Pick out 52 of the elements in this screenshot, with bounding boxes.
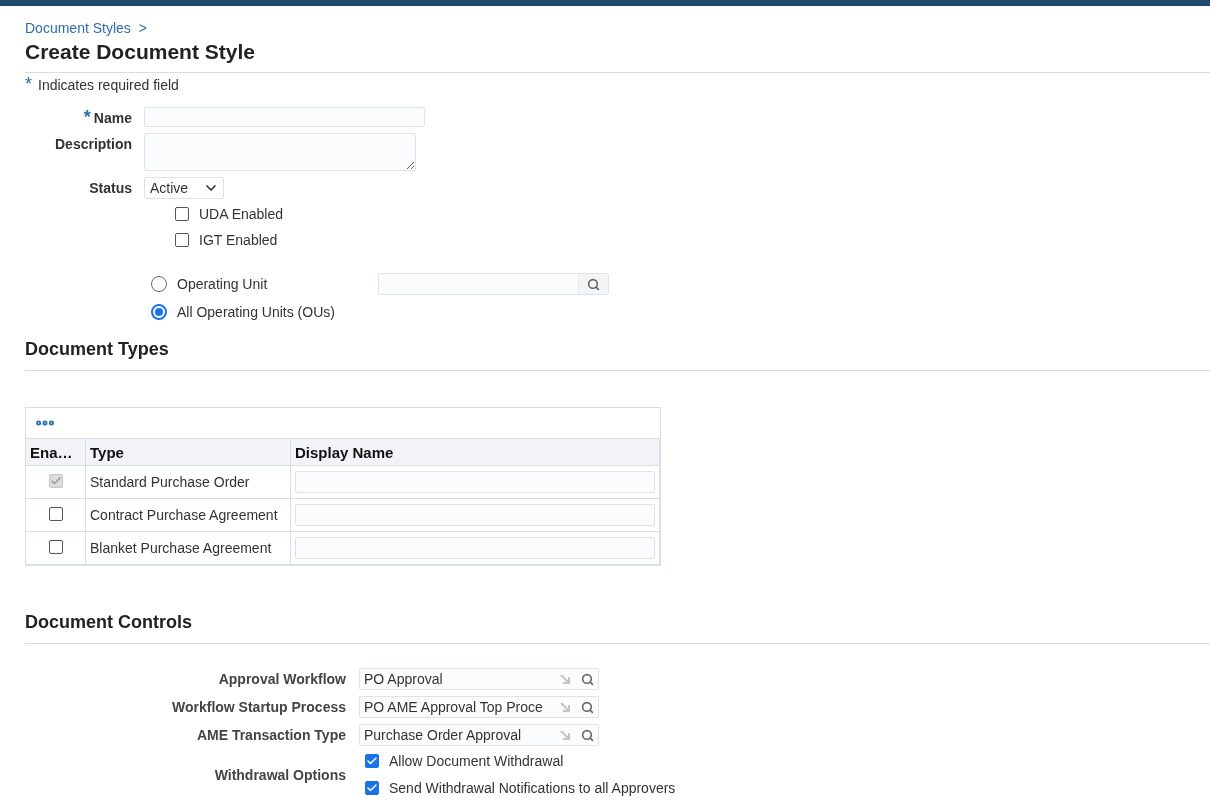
- search-icon: [580, 700, 594, 714]
- checkbox-label: IGT Enabled: [199, 232, 278, 248]
- checkbox-label: Send Withdrawal Notifications to all Approvers: [389, 780, 676, 796]
- diagonal-arrow-icon: [559, 673, 571, 685]
- section-heading: Document Types: [25, 339, 1210, 371]
- checkbox-label: Allow Document Withdrawal: [389, 753, 564, 769]
- field-label: Name: [93, 110, 132, 126]
- field-label: Description: [55, 136, 132, 152]
- checkbox-label: UDA Enabled: [199, 206, 284, 222]
- field-label: Approval Workflow: [218, 671, 346, 687]
- radio-button[interactable]: [151, 304, 167, 320]
- search-icon: [580, 728, 594, 742]
- checkbox[interactable]: [175, 233, 189, 247]
- column-header: Display Name: [290, 439, 660, 466]
- field-label: Withdrawal Options: [214, 766, 346, 783]
- lookup-field[interactable]: PO AME Approval Top Proce: [359, 696, 599, 718]
- display-name-field[interactable]: [295, 537, 655, 559]
- description-field[interactable]: [144, 133, 416, 171]
- checkbox[interactable]: [365, 781, 379, 795]
- field-label: Status: [89, 180, 132, 196]
- field-label: AME Transaction Type: [196, 727, 346, 743]
- required-asterisk: *: [25, 77, 32, 91]
- operating-unit-field[interactable]: [378, 273, 609, 295]
- page-title: Create Document Style: [25, 40, 1210, 73]
- column-header: Type: [85, 439, 291, 466]
- checkbox[interactable]: [175, 207, 189, 221]
- table-cell: Standard Purchase Order: [85, 465, 291, 499]
- table-cell: Contract Purchase Agreement: [85, 498, 291, 532]
- lookup-field[interactable]: PO Approval: [359, 668, 599, 690]
- status-dropdown[interactable]: Active: [144, 177, 224, 199]
- name-field[interactable]: [144, 107, 425, 127]
- diagonal-arrow-icon: [559, 729, 571, 741]
- diagonal-arrow-icon: [559, 701, 571, 713]
- display-name-field[interactable]: [295, 471, 655, 493]
- checkbox[interactable]: [48, 506, 63, 521]
- breadcrumb-link[interactable]: Document Styles: [25, 20, 131, 36]
- required-note: Indicates required field: [38, 77, 179, 93]
- breadcrumb-separator: >: [138, 20, 147, 36]
- radio-label: Operating Unit: [177, 276, 268, 292]
- section-heading: Document Controls: [25, 612, 1210, 644]
- lookup-field[interactable]: Purchase Order Approval: [359, 724, 599, 746]
- display-name-field[interactable]: [295, 504, 655, 526]
- search-icon: [587, 277, 600, 291]
- column-header: Ena…: [26, 439, 86, 466]
- radio-label: All Operating Units (OUs): [177, 304, 335, 320]
- checkbox[interactable]: [48, 539, 63, 554]
- required-asterisk: *: [83, 110, 91, 126]
- search-button[interactable]: [578, 274, 608, 294]
- checkbox[interactable]: [365, 754, 379, 768]
- table-cell: Blanket Purchase Agreement: [85, 531, 291, 564]
- search-icon: [580, 672, 594, 686]
- field-label: Workflow Startup Process: [172, 699, 346, 715]
